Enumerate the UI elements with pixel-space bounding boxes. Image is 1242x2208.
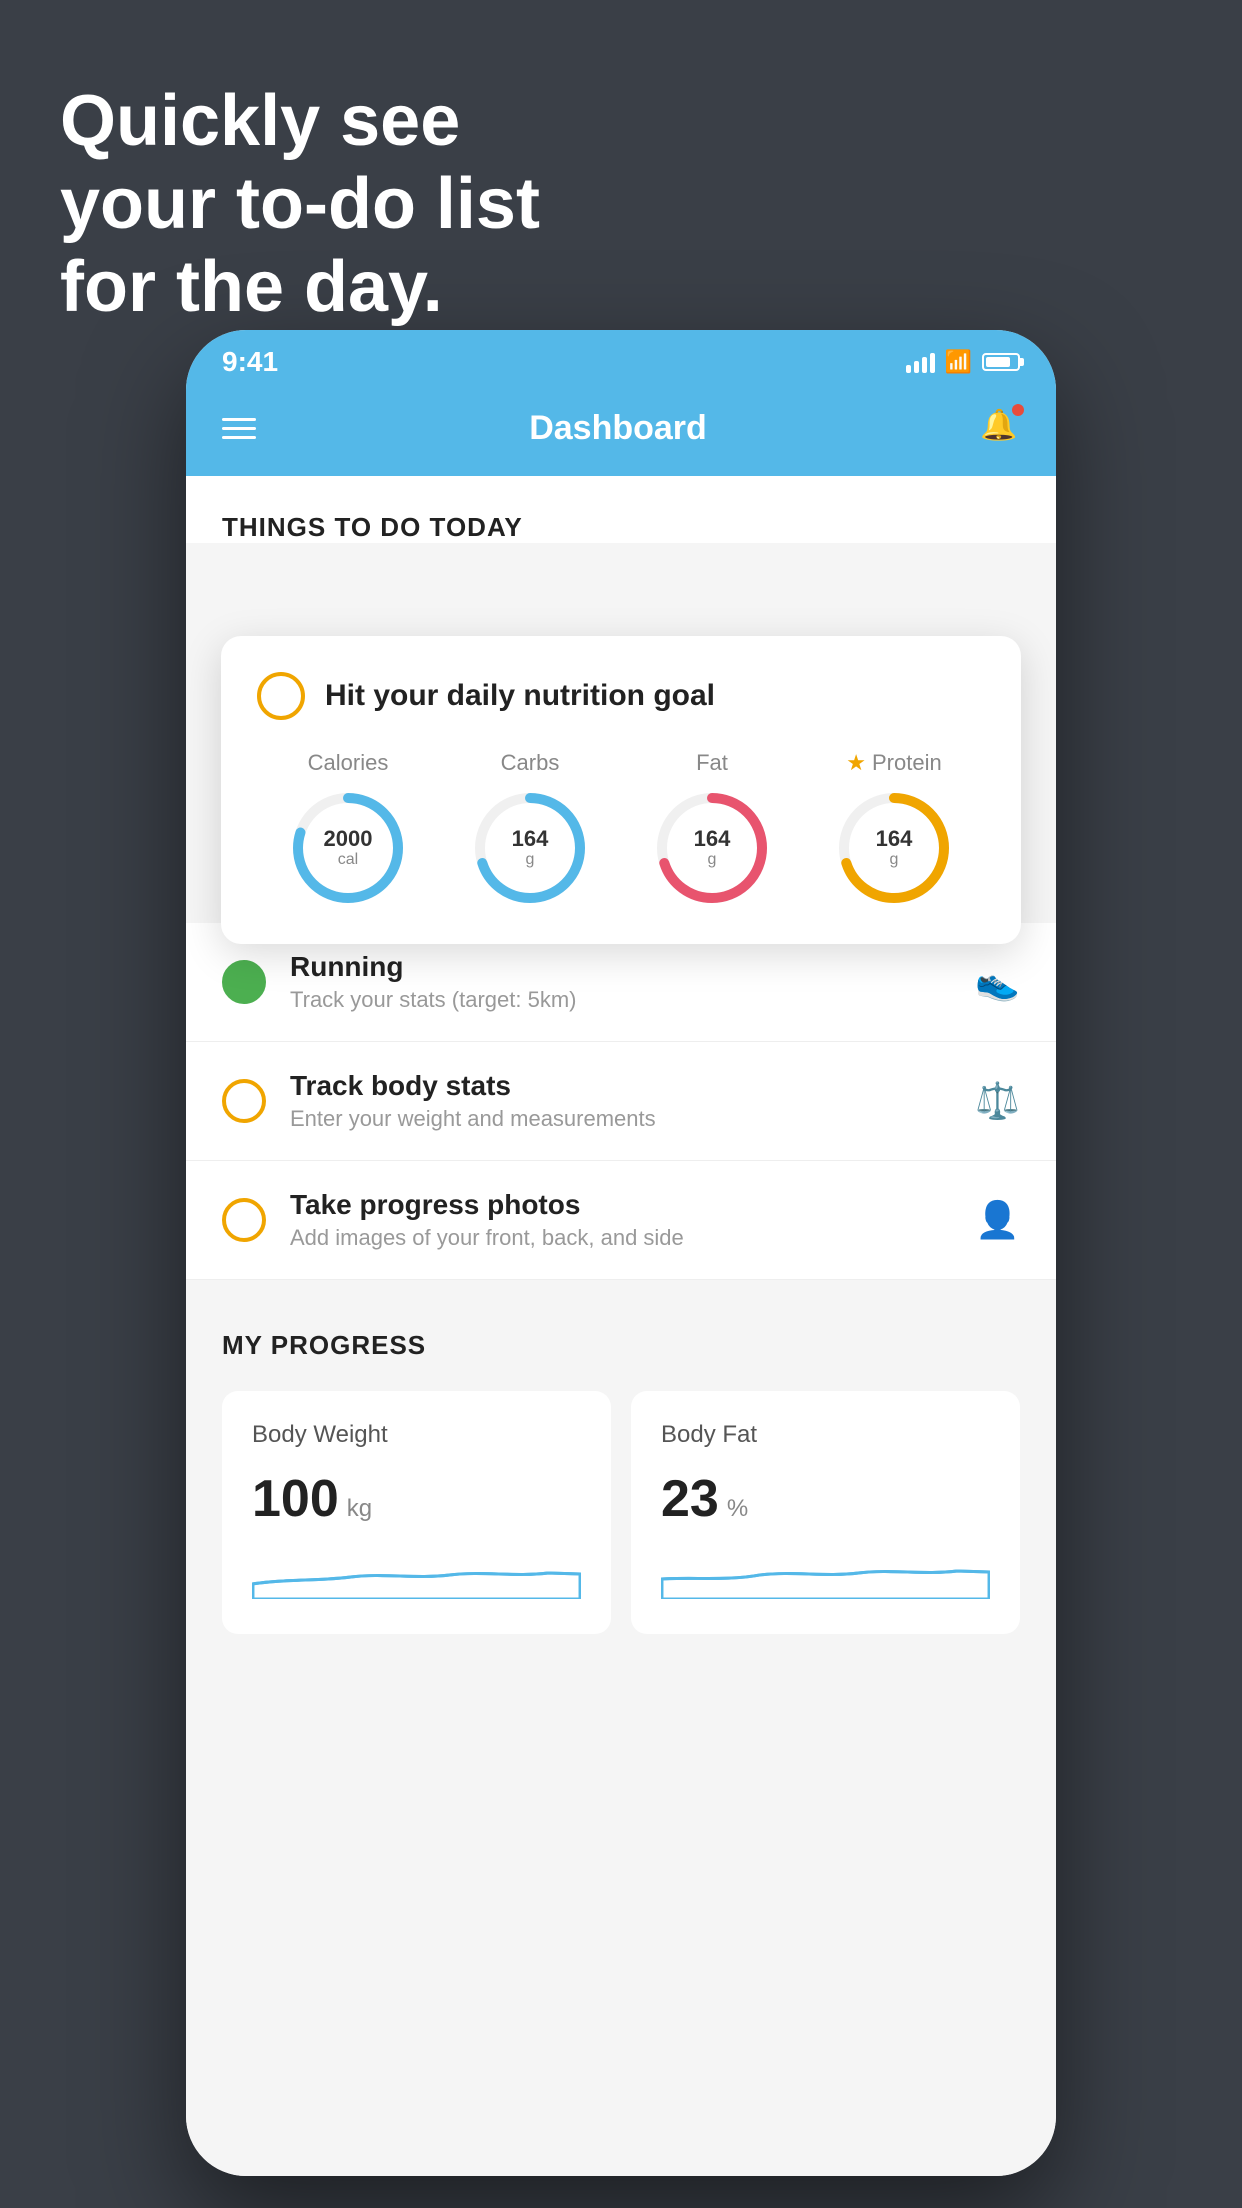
- protein-value: 164 g: [876, 827, 913, 869]
- body-weight-label: Body Weight: [252, 1421, 581, 1449]
- todo-item-photos[interactable]: Take progress photos Add images of your …: [186, 1161, 1056, 1280]
- body-fat-value: 23 %: [661, 1469, 990, 1529]
- photos-checkbox[interactable]: [222, 1198, 266, 1242]
- things-section: THINGS TO DO TODAY: [186, 476, 1056, 543]
- body-weight-card[interactable]: Body Weight 100 kg: [222, 1391, 611, 1634]
- carbs-ring: Carbs 164 g: [470, 750, 590, 908]
- status-bar: 9:41 📶: [186, 330, 1056, 388]
- app-content: THINGS TO DO TODAY Hit your daily nutrit…: [186, 476, 1056, 2176]
- card-header: Hit your daily nutrition goal: [257, 672, 985, 720]
- fat-label: Fat: [696, 750, 728, 776]
- nutrition-card: Hit your daily nutrition goal Calories 2…: [221, 636, 1021, 944]
- running-checkbox[interactable]: [222, 960, 266, 1004]
- carbs-label: Carbs: [501, 750, 560, 776]
- running-name: Running: [290, 951, 955, 983]
- fat-value: 164 g: [694, 827, 731, 869]
- protein-ring-container: 164 g: [834, 788, 954, 908]
- photos-name: Take progress photos: [290, 1189, 955, 1221]
- calories-ring: Calories 2000 cal: [288, 750, 408, 908]
- body-stats-desc: Enter your weight and measurements: [290, 1106, 955, 1132]
- star-icon: ★: [846, 750, 866, 776]
- notification-badge: [1012, 404, 1024, 416]
- wifi-icon: 📶: [945, 349, 972, 375]
- nutrition-checkbox[interactable]: [257, 672, 305, 720]
- body-weight-value: 100 kg: [252, 1469, 581, 1529]
- battery-icon: [982, 353, 1020, 371]
- progress-title: MY PROGRESS: [222, 1330, 1020, 1361]
- body-weight-chart: [252, 1549, 581, 1599]
- status-time: 9:41: [222, 346, 278, 378]
- carbs-value: 164 g: [512, 827, 549, 869]
- app-header: Dashboard 🔔: [186, 388, 1056, 476]
- signal-icon: [906, 351, 935, 373]
- running-text: Running Track your stats (target: 5km): [290, 951, 955, 1013]
- scale-icon: ⚖️: [975, 1080, 1020, 1122]
- calories-ring-container: 2000 cal: [288, 788, 408, 908]
- things-title: THINGS TO DO TODAY: [222, 512, 1020, 543]
- calories-value: 2000 cal: [324, 827, 373, 869]
- calories-label: Calories: [308, 750, 389, 776]
- todo-list: Running Track your stats (target: 5km) 👟…: [186, 923, 1056, 1280]
- todo-item-body-stats[interactable]: Track body stats Enter your weight and m…: [186, 1042, 1056, 1161]
- protein-ring: ★ Protein 164 g: [834, 750, 954, 908]
- header-title: Dashboard: [529, 409, 707, 448]
- protein-label: ★ Protein: [846, 750, 941, 776]
- body-fat-chart: [661, 1549, 990, 1599]
- photos-text: Take progress photos Add images of your …: [290, 1189, 955, 1251]
- fat-ring: Fat 164 g: [652, 750, 772, 908]
- body-stats-checkbox[interactable]: [222, 1079, 266, 1123]
- running-desc: Track your stats (target: 5km): [290, 987, 955, 1013]
- phone-frame: 9:41 📶 Dashboard 🔔 THINGS TO DO TODAY: [186, 330, 1056, 2176]
- carbs-ring-container: 164 g: [470, 788, 590, 908]
- person-icon: 👤: [975, 1199, 1020, 1241]
- hero-headline: Quickly see your to-do list for the day.: [60, 80, 540, 328]
- progress-cards: Body Weight 100 kg Body Fat 23 %: [222, 1391, 1020, 1634]
- notification-bell[interactable]: 🔔: [980, 408, 1020, 448]
- progress-section: MY PROGRESS Body Weight 100 kg B: [186, 1280, 1056, 1674]
- photos-desc: Add images of your front, back, and side: [290, 1225, 955, 1251]
- fat-ring-container: 164 g: [652, 788, 772, 908]
- hamburger-menu[interactable]: [222, 418, 256, 439]
- body-stats-name: Track body stats: [290, 1070, 955, 1102]
- status-icons: 📶: [906, 349, 1020, 375]
- shoe-icon: 👟: [975, 961, 1020, 1003]
- body-stats-text: Track body stats Enter your weight and m…: [290, 1070, 955, 1132]
- nutrition-card-title: Hit your daily nutrition goal: [325, 679, 715, 713]
- body-fat-label: Body Fat: [661, 1421, 990, 1449]
- nutrition-rings: Calories 2000 cal Carbs: [257, 750, 985, 908]
- body-fat-card[interactable]: Body Fat 23 %: [631, 1391, 1020, 1634]
